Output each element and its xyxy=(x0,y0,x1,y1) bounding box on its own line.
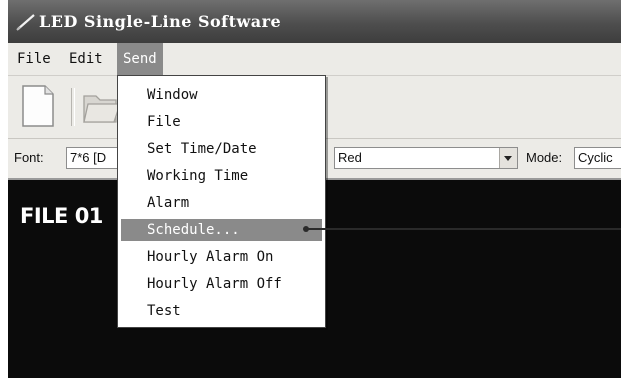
send-menu-item-working-time[interactable]: Working Time xyxy=(121,165,322,187)
send-menu-item-hourly-alarm-on[interactable]: Hourly Alarm On xyxy=(121,246,322,268)
send-menu-item-set-time-date[interactable]: Set Time/Date xyxy=(121,138,322,160)
callout-line xyxy=(303,226,621,232)
window-title: LED Single-Line Software xyxy=(39,12,282,31)
menu-send[interactable]: Send xyxy=(117,43,163,75)
title-bar[interactable]: LED Single-Line Software xyxy=(8,0,621,43)
color-select-value: Red xyxy=(338,150,362,165)
menu-edit[interactable]: Edit xyxy=(63,43,109,75)
mode-label: Mode: xyxy=(526,150,563,165)
font-label: Font: xyxy=(14,150,44,165)
menu-bar: File Edit Send xyxy=(8,43,621,75)
send-menu-item-file[interactable]: File xyxy=(121,111,322,133)
chevron-down-icon[interactable] xyxy=(499,148,517,168)
send-menu-item-hourly-alarm-off[interactable]: Hourly Alarm Off xyxy=(121,273,322,295)
new-document-icon[interactable] xyxy=(21,84,55,128)
send-menu-item-alarm[interactable]: Alarm xyxy=(121,192,322,214)
toolbar-separator xyxy=(71,88,75,126)
pen-icon xyxy=(16,14,35,31)
mode-select[interactable]: Cyclic xyxy=(574,147,621,169)
send-menu-item-schedule[interactable]: Schedule... xyxy=(121,219,322,241)
color-select[interactable]: Red xyxy=(334,147,518,169)
menu-file[interactable]: File xyxy=(11,43,57,75)
send-menu-dropdown: Window File Set Time/Date Working Time A… xyxy=(117,75,326,328)
send-menu-item-test[interactable]: Test xyxy=(121,300,322,322)
send-menu-item-window[interactable]: Window xyxy=(121,84,322,106)
led-preview-text: FILE 01 xyxy=(20,204,103,228)
open-folder-icon[interactable] xyxy=(82,90,122,126)
